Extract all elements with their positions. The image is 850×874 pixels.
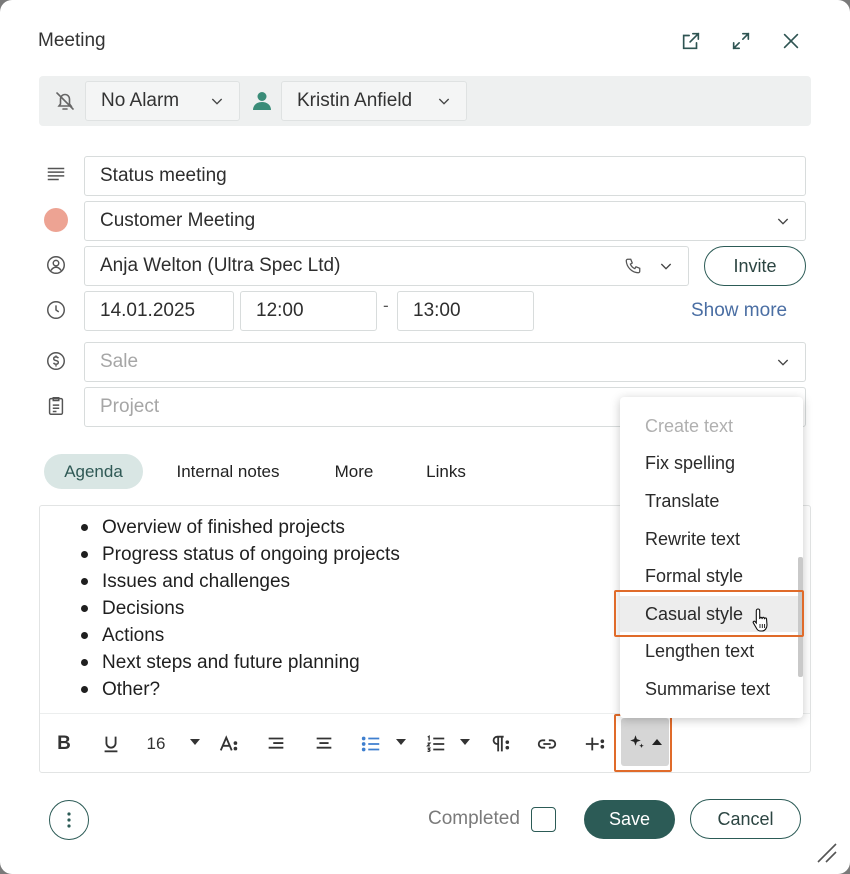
bell-off-icon — [53, 89, 77, 113]
owner-select[interactable]: Kristin Anfield — [281, 81, 467, 121]
show-more-link[interactable]: Show more — [691, 300, 787, 322]
menu-item-formal-style[interactable]: Formal style — [620, 558, 803, 594]
start-time-value: 12:00 — [256, 300, 304, 321]
align-center-icon[interactable] — [311, 730, 337, 758]
open-external-icon[interactable] — [678, 28, 704, 54]
align-right-icon[interactable] — [263, 730, 289, 758]
hand-cursor-icon — [752, 608, 768, 632]
phone-icon[interactable] — [624, 257, 642, 275]
list-item: Overview of finished projects — [81, 514, 400, 541]
cancel-button[interactable]: Cancel — [690, 799, 801, 839]
bullet-list-icon[interactable] — [358, 730, 384, 758]
end-time-value: 13:00 — [413, 300, 461, 321]
vertical-dots-icon — [67, 812, 71, 828]
reminder-owner-bar: No Alarm Kristin Anfield — [39, 76, 811, 126]
list-item: Progress status of ongoing projects — [81, 541, 400, 568]
date-field[interactable]: 14.01.2025 — [84, 291, 234, 331]
list-item: Next steps and future planning — [81, 649, 400, 676]
caret-up-icon — [652, 739, 662, 745]
list-item: Issues and challenges — [81, 568, 400, 595]
start-time-field[interactable]: 12:00 — [240, 291, 377, 331]
completed-label: Completed — [428, 808, 520, 829]
meeting-dialog: Meeting No Alarm Kristin Anfield Status … — [0, 0, 850, 874]
tab-links[interactable]: Links — [412, 454, 480, 489]
clipboard-icon — [44, 394, 68, 418]
time-separator: - — [383, 296, 389, 315]
dialog-title: Meeting — [38, 30, 106, 51]
bullet-list-caret-icon[interactable] — [396, 739, 406, 745]
completed-checkbox[interactable] — [531, 807, 556, 832]
person-icon — [250, 89, 274, 113]
tab-agenda[interactable]: Agenda — [44, 454, 143, 489]
tab-more[interactable]: More — [318, 454, 390, 489]
chevron-down-icon — [777, 359, 789, 366]
menu-item-summarise-text[interactable]: Summarise text — [620, 671, 803, 707]
insert-more-icon[interactable] — [582, 730, 608, 758]
underline-button[interactable] — [98, 730, 124, 758]
list-item: Actions — [81, 622, 400, 649]
editor-toolbar: B 16 — [40, 713, 810, 773]
sale-select[interactable]: Sale — [84, 342, 806, 382]
category-color-dot — [44, 208, 68, 232]
paragraph-icon[interactable] — [487, 730, 513, 758]
numbered-list-caret-icon[interactable] — [460, 739, 470, 745]
text-lines-icon — [44, 162, 68, 186]
expand-icon[interactable] — [728, 28, 754, 54]
bold-button[interactable]: B — [52, 730, 76, 758]
resize-handle-icon[interactable] — [814, 840, 840, 866]
sale-placeholder: Sale — [100, 351, 139, 372]
close-icon[interactable] — [778, 28, 804, 54]
date-value: 14.01.2025 — [100, 300, 196, 321]
text-style-icon[interactable] — [217, 730, 241, 758]
subject-value: Status meeting — [100, 165, 227, 186]
ai-text-menu: Create text Fix spelling Translate Rewri… — [620, 397, 803, 718]
alarm-value: No Alarm — [101, 90, 180, 111]
category-value: Customer Meeting — [100, 210, 256, 231]
contact-icon — [44, 253, 68, 277]
chevron-down-icon[interactable] — [658, 258, 674, 274]
alarm-select[interactable]: No Alarm — [85, 81, 240, 121]
clock-icon — [44, 298, 68, 322]
chevron-down-icon — [211, 98, 223, 105]
menu-item-create-text: Create text — [645, 415, 734, 436]
invite-button[interactable]: Invite — [704, 246, 806, 286]
owner-value: Kristin Anfield — [297, 90, 413, 111]
chevron-down-icon — [777, 218, 789, 225]
end-time-field[interactable]: 13:00 — [397, 291, 534, 331]
list-item: Decisions — [81, 595, 400, 622]
link-icon[interactable] — [534, 730, 560, 758]
dollar-circle-icon — [44, 349, 68, 373]
category-select[interactable]: Customer Meeting — [84, 201, 806, 241]
contact-select[interactable]: Anja Welton (Ultra Spec Ltd) — [84, 246, 689, 286]
menu-item-lengthen-text[interactable]: Lengthen text — [620, 633, 803, 669]
more-options-button[interactable] — [49, 800, 89, 840]
font-size-caret-icon[interactable] — [190, 739, 200, 745]
font-size-select[interactable]: 16 — [144, 730, 168, 758]
subject-field[interactable]: Status meeting — [84, 156, 806, 196]
tab-internal-notes[interactable]: Internal notes — [160, 454, 296, 489]
menu-item-translate[interactable]: Translate — [620, 483, 803, 519]
save-button[interactable]: Save — [584, 800, 675, 839]
menu-item-casual-style[interactable]: Casual style — [620, 596, 803, 632]
menu-item-rewrite-text[interactable]: Rewrite text — [620, 521, 803, 557]
numbered-list-icon[interactable] — [423, 730, 449, 758]
list-item: Other? — [81, 676, 400, 703]
menu-item-fix-spelling[interactable]: Fix spelling — [620, 445, 803, 481]
ai-assistant-button[interactable] — [621, 718, 669, 766]
agenda-list: Overview of finished projects Progress s… — [81, 514, 400, 703]
contact-value: Anja Welton (Ultra Spec Ltd) — [100, 255, 341, 276]
menu-scrollbar[interactable] — [798, 557, 803, 677]
chevron-down-icon — [438, 98, 450, 105]
sparkle-icon — [630, 735, 644, 748]
project-placeholder: Project — [100, 396, 160, 417]
